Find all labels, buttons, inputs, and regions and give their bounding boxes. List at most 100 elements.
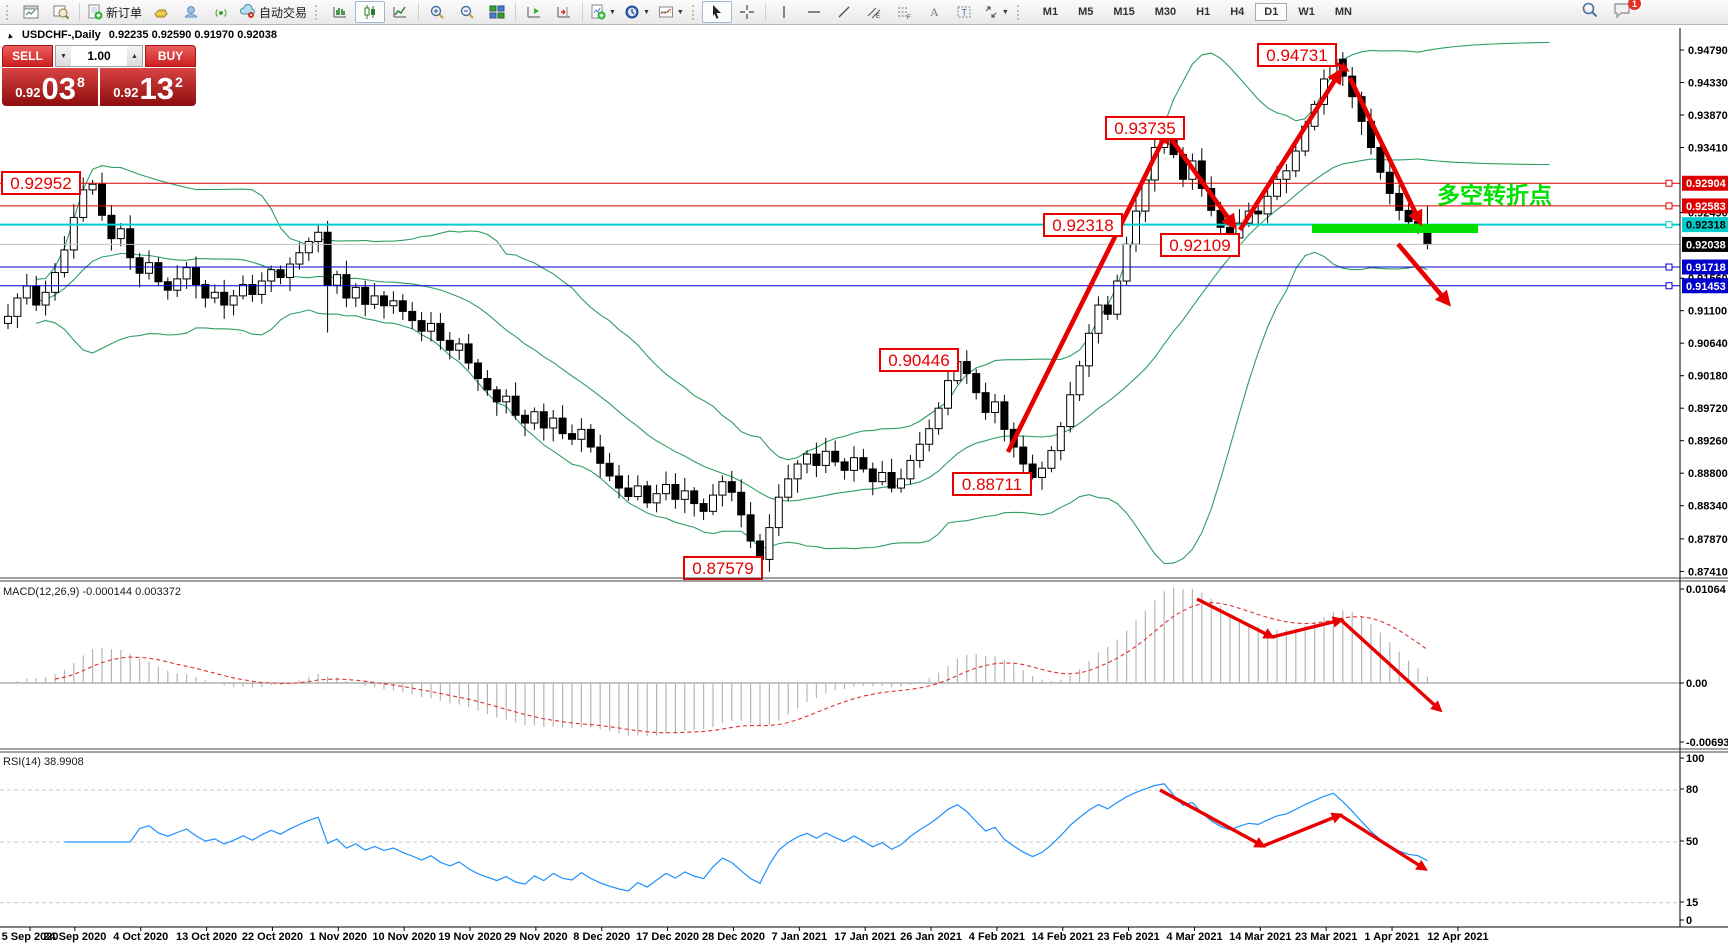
timeframe-mn-button[interactable]: MN: [1326, 3, 1361, 21]
application-window: { "toolbar": { "buttons": {"new_order": …: [0, 0, 1728, 944]
support-zone-bar[interactable]: [1312, 224, 1478, 233]
auto-trading-button[interactable]: 自动交易: [236, 1, 311, 23]
search-button[interactable]: [1581, 1, 1599, 19]
cursor-tool-button[interactable]: [702, 1, 732, 23]
sell-button[interactable]: SELL: [2, 45, 53, 67]
chart-shift-button[interactable]: [549, 1, 579, 23]
bull-candle: [531, 412, 538, 423]
zoom-in-button[interactable]: [422, 1, 452, 23]
bear-candle: [813, 454, 820, 465]
template-icon: [658, 4, 674, 20]
fibonacci-tool-button[interactable]: F: [889, 1, 919, 23]
horizontal-line-icon: [806, 4, 822, 20]
timeframe-w1-button[interactable]: W1: [1289, 3, 1324, 21]
buy-label: BUY: [158, 49, 183, 63]
chart-area[interactable]: 0.929520.937350.947310.923180.921090.904…: [0, 0, 1728, 944]
candlestick-chart-icon: [362, 4, 378, 20]
svg-text:0.92038: 0.92038: [1686, 239, 1726, 251]
bull-candle: [992, 402, 999, 413]
timeframe-h4-button[interactable]: H4: [1221, 3, 1253, 21]
community-button[interactable]: [176, 1, 206, 23]
indicators-button[interactable]: ▼: [586, 1, 620, 23]
signal-button[interactable]: [206, 1, 236, 23]
date-label: 13 Oct 2020: [176, 931, 237, 943]
svg-text:0.88340: 0.88340: [1688, 501, 1728, 513]
periods-button[interactable]: ▼: [620, 1, 654, 23]
timeframe-m1-button[interactable]: M1: [1034, 3, 1067, 21]
date-label: 23 Mar 2021: [1295, 931, 1357, 943]
line-handle[interactable]: [1666, 222, 1672, 228]
horizontal-line-tool-button[interactable]: [799, 1, 829, 23]
gold-icon: [153, 4, 169, 20]
text-label-tool-button[interactable]: T: [949, 1, 979, 23]
volume-stepper: ▼ ▲: [55, 45, 143, 67]
price-callout-text: 0.93735: [1114, 119, 1175, 138]
volume-increase-button[interactable]: ▲: [127, 46, 142, 66]
line-handle[interactable]: [1666, 180, 1672, 186]
new-chart-window-button[interactable]: [16, 1, 46, 23]
svg-text:0.00: 0.00: [1686, 678, 1707, 690]
line-handle[interactable]: [1666, 203, 1672, 209]
sell-price-box[interactable]: 0.92 03 8: [2, 68, 98, 106]
new-order-button[interactable]: 新订单: [83, 1, 146, 23]
bull-candle: [390, 301, 397, 306]
chart-window-icon: [23, 4, 39, 20]
auto-scroll-icon: [526, 4, 542, 20]
timeframe-m15-button[interactable]: M15: [1104, 3, 1143, 21]
price-callout-text: 0.92318: [1052, 216, 1113, 235]
chart-preview-button[interactable]: [46, 1, 76, 23]
buy-price-box[interactable]: 0.92 13 2: [100, 68, 196, 106]
trendline-tool-button[interactable]: [829, 1, 859, 23]
volume-decrease-button[interactable]: ▼: [56, 46, 71, 66]
templates-button[interactable]: ▼: [654, 1, 688, 23]
crosshair-tool-button[interactable]: [732, 1, 762, 23]
date-label: 22 Oct 2020: [242, 931, 303, 943]
date-label: 4 Mar 2021: [1166, 931, 1222, 943]
volume-input[interactable]: [71, 46, 127, 66]
bar-chart-mode-button[interactable]: [325, 1, 355, 23]
cloud-user-icon: [183, 4, 199, 20]
vertical-line-tool-button[interactable]: [769, 1, 799, 23]
chart-background: [0, 24, 1728, 944]
turning-point-annotation[interactable]: 多空转折点: [1437, 182, 1552, 208]
bull-candle: [766, 528, 773, 560]
timeframe-h1-button[interactable]: H1: [1187, 3, 1219, 21]
timeframe-d1-button[interactable]: D1: [1255, 3, 1287, 21]
zoom-out-button[interactable]: [452, 1, 482, 23]
line-handle[interactable]: [1666, 264, 1672, 270]
date-label: 12 Apr 2021: [1427, 931, 1488, 943]
notifications-button[interactable]: 1: [1613, 1, 1633, 19]
clock-icon: [624, 4, 640, 20]
bear-candle: [493, 390, 500, 402]
buy-button[interactable]: BUY: [145, 45, 196, 67]
bear-candle: [963, 362, 970, 374]
bear-candle: [522, 415, 529, 423]
bull-candle: [1086, 333, 1093, 365]
new-order-label: 新订单: [106, 4, 142, 21]
timeframe-m30-button[interactable]: M30: [1146, 3, 1185, 21]
candle-chart-mode-button[interactable]: [355, 1, 385, 23]
text-tool-button[interactable]: A: [919, 1, 949, 23]
bull-candle: [296, 253, 303, 264]
signal-icon: [213, 4, 229, 20]
bull-candle: [61, 250, 68, 273]
tile-windows-button[interactable]: [482, 1, 512, 23]
channel-tool-button[interactable]: E: [859, 1, 889, 23]
bear-candle: [597, 447, 604, 463]
svg-text:0.92583: 0.92583: [1686, 201, 1726, 213]
trendline-icon: [836, 4, 852, 20]
line-handle[interactable]: [1666, 283, 1672, 289]
bull-candle: [935, 408, 942, 428]
arrows-tool-button[interactable]: ▼: [979, 1, 1013, 23]
auto-scroll-button[interactable]: [519, 1, 549, 23]
timeframe-m5-button[interactable]: M5: [1069, 3, 1102, 21]
toolbar: 新订单 自动交易 ▼ ▼ ▼: [0, 0, 1728, 25]
line-chart-mode-button[interactable]: [385, 1, 415, 23]
bear-candle: [672, 484, 679, 499]
bull-candle: [822, 451, 829, 465]
line-chart-icon: [392, 4, 408, 20]
bear-candle: [728, 482, 735, 493]
market-watch-button[interactable]: [146, 1, 176, 23]
indicators-add-icon: [590, 4, 606, 20]
svg-text:0.88800: 0.88800: [1688, 468, 1728, 480]
